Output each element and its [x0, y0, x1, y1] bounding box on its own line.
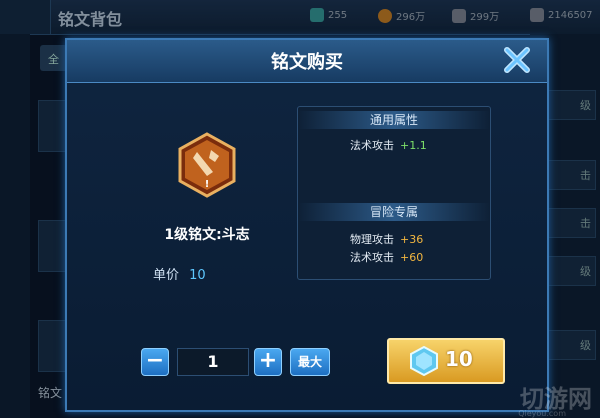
decrease-quantity-button[interactable]: −: [141, 348, 169, 376]
section-heading-adventure: 冒险专属: [298, 203, 490, 221]
rune-emblem-icon: !: [178, 132, 236, 198]
buy-price: 10: [445, 347, 473, 371]
attribute-row: 物理攻击 +36: [350, 233, 424, 246]
max-quantity-button[interactable]: 最大: [290, 348, 330, 376]
attribute-panel: 通用属性 法术攻击 +1.1 冒险专属 物理攻击 +36 法术攻击 +60: [297, 106, 491, 280]
dialog-header: 铭文购买: [67, 40, 547, 83]
watermark-sub: Qieyou.com: [518, 409, 566, 418]
diamond-icon: [410, 346, 438, 376]
attribute-row: 法术攻击 +60: [350, 251, 424, 264]
price-label: 单价: [153, 268, 180, 283]
buy-button[interactable]: 10: [387, 338, 505, 384]
svg-text:!: !: [205, 179, 210, 190]
price-value: 10: [189, 268, 206, 283]
close-icon[interactable]: [501, 44, 533, 76]
purchase-dialog: 铭文购买 ! 1级铭文:斗志 单价 10 通用属性 法术攻击 +1.1 冒险专属 …: [65, 38, 549, 412]
section-heading-general: 通用属性: [298, 111, 490, 129]
rune-name: 1级铭文:斗志: [164, 227, 250, 243]
unit-price: 单价 10: [153, 264, 206, 283]
dialog-title: 铭文购买: [271, 52, 343, 73]
quantity-field[interactable]: 1: [177, 348, 249, 376]
attribute-row: 法术攻击 +1.1: [350, 139, 427, 152]
increase-quantity-button[interactable]: +: [254, 348, 282, 376]
